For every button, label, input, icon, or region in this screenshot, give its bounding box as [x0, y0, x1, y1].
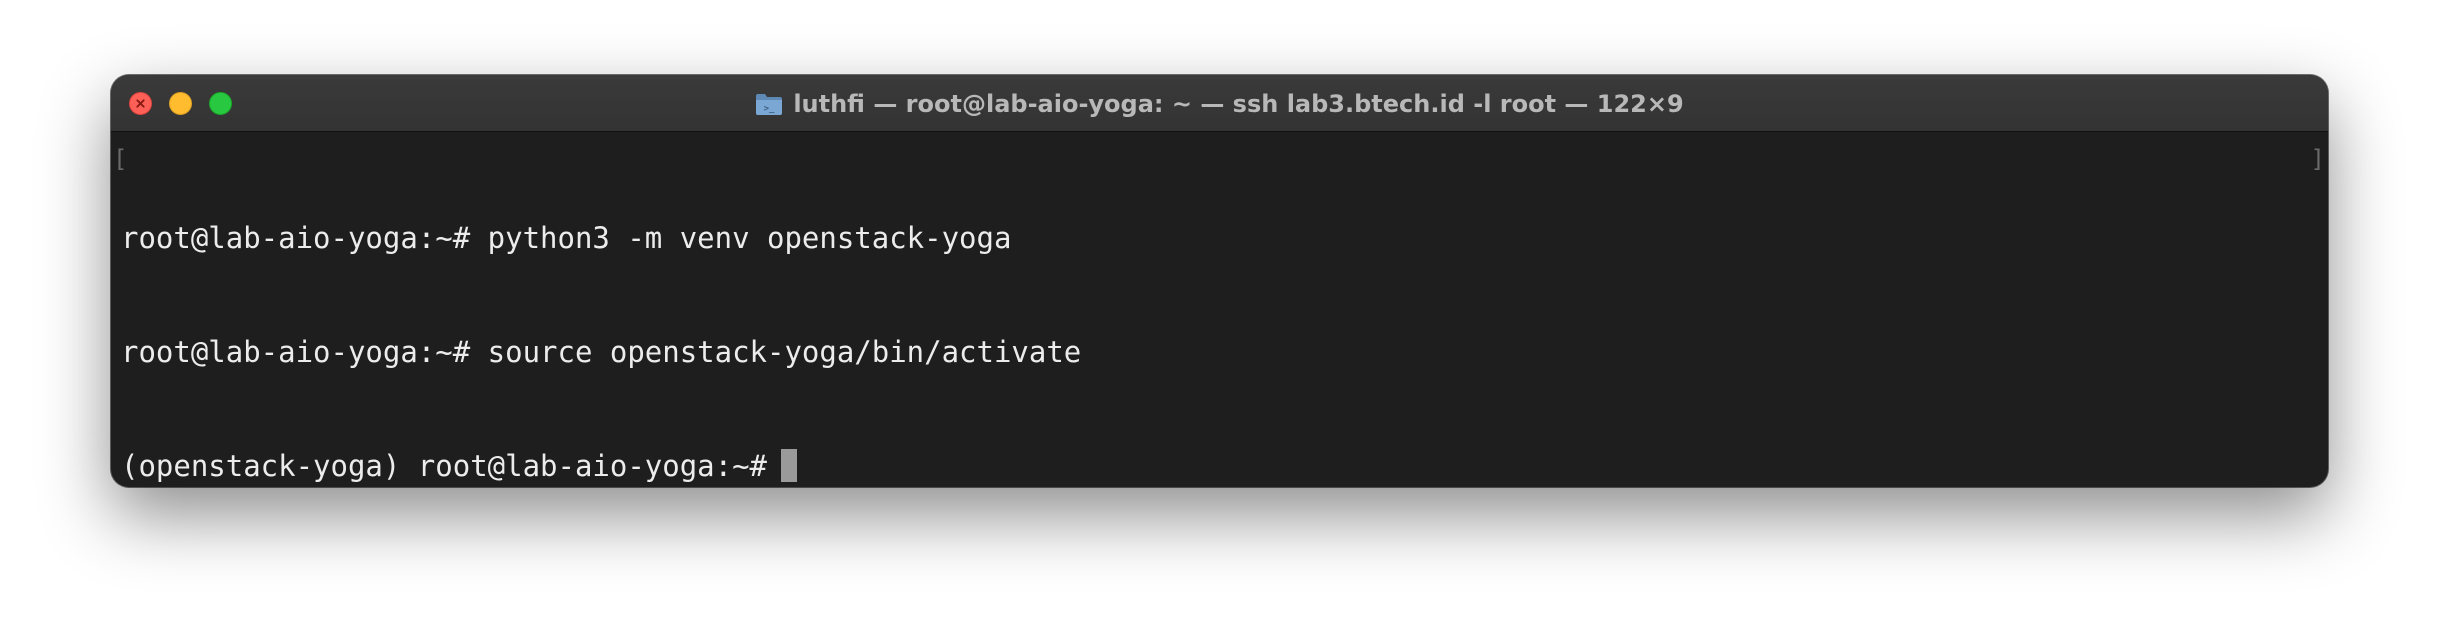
terminal-content[interactable]: [ ] root@lab-aio-yoga:~# python3 -m venv… — [111, 132, 2328, 487]
scroll-marker-right: ] — [2310, 145, 2325, 173]
terminal-line: root@lab-aio-yoga:~# source openstack-yo… — [121, 335, 1082, 369]
terminal-output: root@lab-aio-yoga:~# python3 -m venv ope… — [121, 143, 1081, 487]
terminal-line: root@lab-aio-yoga:~# python3 -m venv ope… — [121, 221, 1012, 255]
window-title-text: luthfi — root@lab-aio-yoga: ~ — ssh lab3… — [793, 89, 1684, 118]
text-cursor — [781, 449, 798, 482]
terminal-prompt: (openstack-yoga) root@lab-aio-yoga:~# — [121, 449, 768, 483]
window-title: >_ luthfi — root@lab-aio-yoga: ~ — ssh l… — [111, 75, 2328, 132]
terminal-prompt-line[interactable]: (openstack-yoga) root@lab-aio-yoga:~# — [121, 447, 1081, 485]
svg-text:>_: >_ — [764, 104, 775, 114]
folder-icon: >_ — [756, 93, 783, 115]
terminal-window: >_ luthfi — root@lab-aio-yoga: ~ — ssh l… — [111, 75, 2328, 487]
title-bar[interactable]: >_ luthfi — root@lab-aio-yoga: ~ — ssh l… — [111, 75, 2328, 132]
